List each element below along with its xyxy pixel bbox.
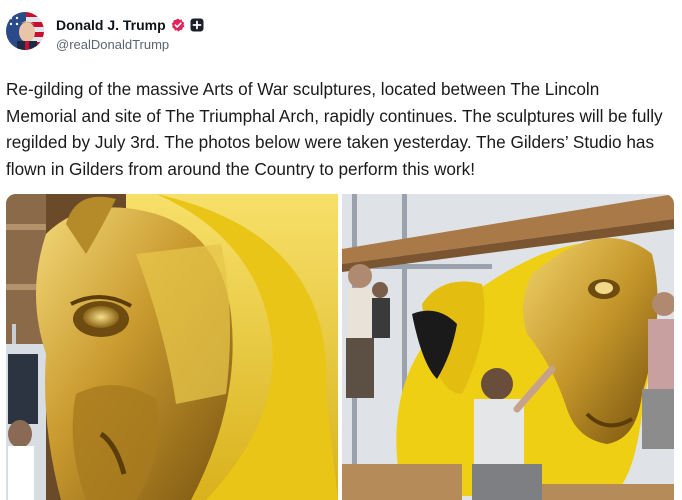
plus-badge-icon	[190, 18, 204, 32]
flag-portrait-icon	[6, 12, 44, 50]
photo-gilded-horse-head[interactable]	[6, 194, 338, 500]
author-name[interactable]: Donald J. Trump	[56, 17, 166, 33]
verified-badge-icon	[171, 18, 185, 32]
media-grid	[6, 194, 674, 500]
avatar[interactable]	[6, 12, 44, 50]
post-text: Re-gilding of the massive Arts of War sc…	[6, 79, 663, 179]
post-header: Donald J. Trump @realDonaldTrump	[6, 12, 676, 56]
photo-gilders-working[interactable]	[342, 194, 674, 500]
author-block: Donald J. Trump @realDonaldTrump	[56, 16, 204, 52]
author-handle[interactable]: @realDonaldTrump	[56, 37, 204, 52]
